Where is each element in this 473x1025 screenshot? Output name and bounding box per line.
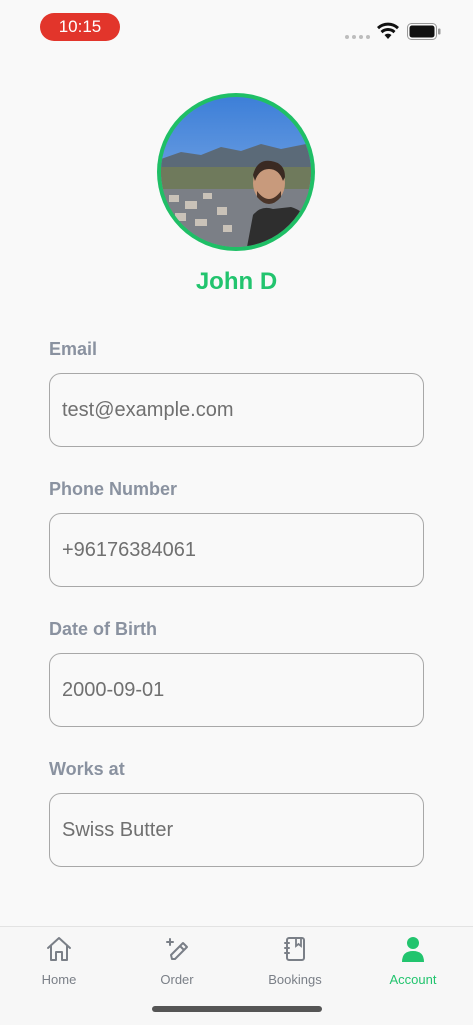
tab-order[interactable]: Order <box>118 927 236 995</box>
phone-field-box[interactable] <box>49 513 424 587</box>
email-field-box[interactable] <box>49 373 424 447</box>
tab-order-label: Order <box>160 972 194 987</box>
notebook-icon <box>284 937 305 961</box>
phone-label: Phone Number <box>49 479 178 499</box>
status-time: 10:15 <box>40 13 120 41</box>
tab-account-label: Account <box>389 972 437 987</box>
dob-label: Date of Birth <box>49 619 157 639</box>
status-bar: 10:15 <box>0 0 473 56</box>
tab-bookings[interactable]: Bookings <box>236 927 354 995</box>
profile-name: John D <box>195 268 278 295</box>
email-label: Email <box>49 339 98 359</box>
dob-field[interactable] <box>50 654 423 726</box>
tab-home-label: Home <box>41 972 77 987</box>
tab-home[interactable]: Home <box>0 927 118 995</box>
works-at-label: Works at <box>49 759 125 779</box>
battery-icon <box>407 23 441 40</box>
pencil-plus-icon <box>166 938 188 960</box>
works-at-field[interactable] <box>50 794 423 866</box>
home-indicator[interactable] <box>152 1006 322 1012</box>
tab-account[interactable]: Account <box>354 927 472 995</box>
email-field[interactable] <box>50 374 423 446</box>
works-at-field-box[interactable] <box>49 793 424 867</box>
person-icon <box>402 937 424 962</box>
tab-bookings-label: Bookings <box>268 972 322 987</box>
home-icon <box>47 937 71 961</box>
profile-avatar[interactable] <box>157 93 315 251</box>
dob-field-box[interactable] <box>49 653 424 727</box>
wifi-icon <box>377 22 399 39</box>
phone-field[interactable] <box>50 514 423 586</box>
avatar-photo <box>161 97 311 247</box>
cellular-signal-icon <box>345 35 370 39</box>
